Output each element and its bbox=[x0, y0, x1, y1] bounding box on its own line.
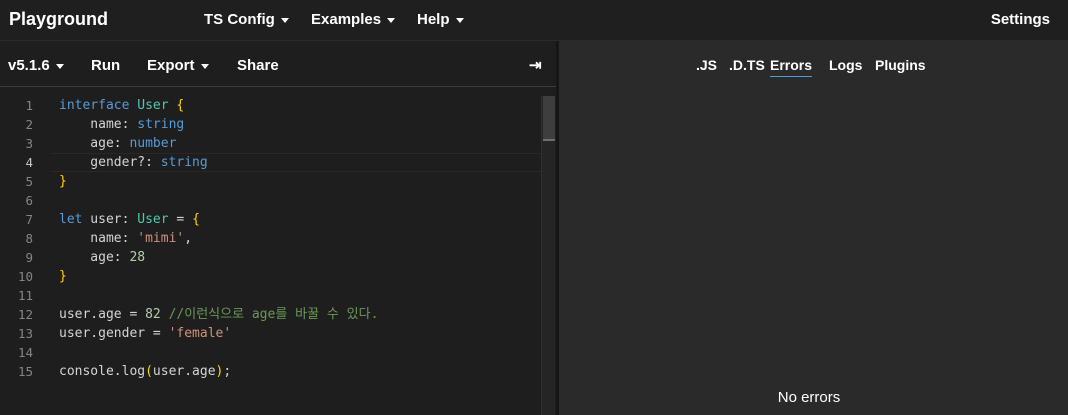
code-token: { bbox=[192, 212, 200, 227]
settings-link[interactable]: Settings bbox=[991, 11, 1050, 28]
code-token: } bbox=[59, 269, 67, 284]
top-navbar: Playground TS Config Examples Help Setti… bbox=[0, 0, 1068, 41]
code-token: interface bbox=[59, 98, 130, 113]
line-number: 6 bbox=[25, 193, 33, 208]
code-line: name: string bbox=[59, 115, 184, 134]
caret-down-icon bbox=[455, 18, 464, 23]
code-token: 'mimi' bbox=[137, 231, 185, 246]
code-token: let bbox=[59, 212, 83, 227]
line-number: 14 bbox=[17, 345, 33, 360]
share-button[interactable]: Share bbox=[237, 57, 279, 74]
code-token: name: bbox=[59, 231, 138, 246]
export-menu[interactable]: Export bbox=[147, 57, 209, 74]
code-token: gender?: bbox=[59, 155, 161, 170]
code-line: } bbox=[59, 267, 67, 286]
code-token: name: bbox=[59, 117, 138, 132]
editor-scrollbar[interactable] bbox=[541, 96, 555, 415]
line-number: 8 bbox=[25, 231, 33, 246]
caret-down-icon bbox=[200, 64, 209, 69]
code-token: } bbox=[59, 174, 67, 189]
code-token: , bbox=[184, 231, 193, 246]
caret-down-icon bbox=[55, 64, 64, 69]
tab-errors[interactable]: Errors bbox=[770, 57, 813, 77]
caret-down-icon bbox=[280, 18, 289, 23]
version-select[interactable]: v5.1.6 bbox=[8, 57, 64, 74]
line-number: 12 bbox=[17, 307, 33, 322]
export-label: Export bbox=[147, 57, 195, 74]
code-token: { bbox=[176, 98, 185, 113]
code-line: interface User { bbox=[59, 96, 184, 115]
no-errors-message: No errors bbox=[777, 389, 841, 406]
code-token: ; bbox=[223, 364, 232, 379]
code-token: user: bbox=[82, 212, 138, 227]
ts-config-menu-label: TS Config bbox=[204, 11, 275, 28]
code-line: age: number bbox=[59, 134, 176, 153]
code-token: //이런식으로 age를 바꿀 수 있다. bbox=[168, 307, 379, 322]
line-number: 4 bbox=[25, 155, 33, 170]
collapse-sidebar-icon[interactable]: ⇥ bbox=[529, 56, 542, 74]
line-number: 10 bbox=[17, 269, 33, 284]
output-tabs: .JS .D.TS Errors Logs Plugins bbox=[559, 57, 1068, 81]
code-token: console.log bbox=[59, 364, 146, 379]
code-line: name: 'mimi', bbox=[59, 229, 192, 248]
code-line: user.age = 82 //이런식으로 age를 바꿀 수 있다. bbox=[59, 305, 378, 324]
code-token: User bbox=[137, 212, 169, 227]
line-number-gutter: 1 2 3 4 5 6 7 8 9 10 11 12 13 14 15 bbox=[0, 96, 50, 415]
editor-panel: v5.1.6 Run Export Share ⇥ 1 2 3 4 5 6 7 8 9 10 11 1… bbox=[0, 41, 556, 415]
code-token: ( bbox=[145, 364, 153, 379]
line-number: 3 bbox=[25, 136, 33, 151]
examples-menu[interactable]: Examples bbox=[311, 11, 396, 28]
help-menu[interactable]: Help bbox=[417, 11, 464, 28]
editor-toolbar: v5.1.6 Run Export Share ⇥ bbox=[0, 41, 556, 87]
code-token: age: bbox=[59, 250, 130, 265]
line-number: 13 bbox=[17, 326, 33, 341]
scrollbar-thumb[interactable] bbox=[543, 96, 555, 140]
code-lines[interactable]: interface User { name: string age: numbe… bbox=[59, 96, 539, 415]
code-token: 28 bbox=[129, 250, 146, 265]
code-line: gender?: string bbox=[59, 153, 208, 172]
code-line: user.gender = 'female' bbox=[59, 324, 231, 343]
run-button[interactable]: Run bbox=[91, 57, 120, 74]
code-token: number bbox=[129, 136, 177, 151]
line-number: 5 bbox=[25, 174, 33, 189]
output-panel: .JS .D.TS Errors Logs Plugins No errors bbox=[559, 41, 1068, 415]
code-editor[interactable]: 1 2 3 4 5 6 7 8 9 10 11 12 13 14 15 interface User { n… bbox=[0, 96, 556, 415]
code-line: let user: User = { bbox=[59, 210, 200, 229]
version-label: v5.1.6 bbox=[8, 57, 50, 74]
code-token: user.age = bbox=[59, 307, 146, 322]
line-number: 15 bbox=[17, 364, 33, 379]
code-token: string bbox=[160, 155, 208, 170]
tab-js[interactable]: .JS bbox=[696, 57, 717, 76]
tab-logs[interactable]: Logs bbox=[829, 57, 862, 76]
scrollbar-cursor-marker bbox=[543, 139, 555, 141]
code-token: user.gender = bbox=[59, 326, 169, 341]
code-token: string bbox=[137, 117, 185, 132]
examples-menu-label: Examples bbox=[311, 11, 382, 28]
code-line: } bbox=[59, 172, 67, 191]
line-number: 1 bbox=[25, 98, 33, 113]
tab-plugins[interactable]: Plugins bbox=[875, 57, 926, 76]
help-menu-label: Help bbox=[417, 11, 450, 28]
code-token: 82 bbox=[145, 307, 161, 322]
code-token: 'female' bbox=[168, 326, 232, 341]
code-line: age: 28 bbox=[59, 248, 145, 267]
ts-config-menu[interactable]: TS Config bbox=[204, 11, 289, 28]
line-number: 2 bbox=[25, 117, 33, 132]
brand-logo[interactable]: Playground bbox=[9, 9, 108, 30]
code-token: age: bbox=[59, 136, 130, 151]
line-number: 7 bbox=[25, 212, 33, 227]
code-token: = bbox=[168, 212, 193, 227]
code-token: user.age bbox=[152, 364, 216, 379]
code-line: console.log(user.age); bbox=[59, 362, 231, 381]
tab-dts[interactable]: .D.TS bbox=[729, 57, 765, 76]
line-number: 9 bbox=[25, 250, 33, 265]
caret-down-icon bbox=[387, 18, 396, 23]
code-token: User bbox=[137, 98, 169, 113]
line-number: 11 bbox=[17, 288, 33, 303]
